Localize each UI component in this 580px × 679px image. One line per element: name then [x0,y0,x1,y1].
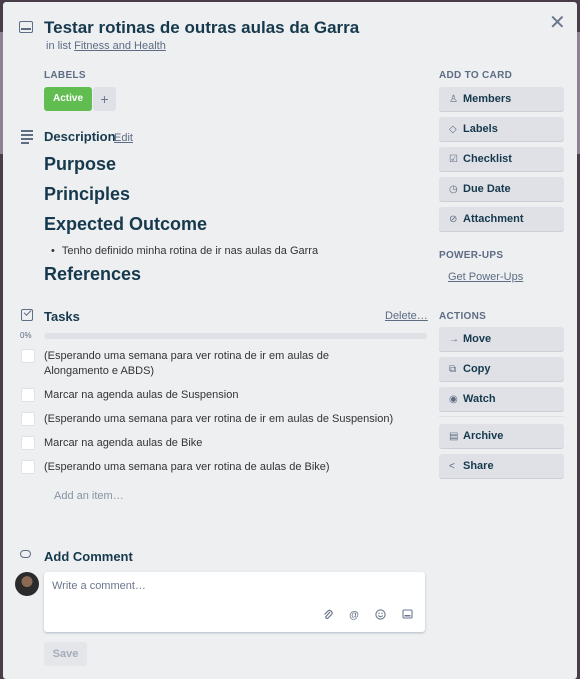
task-item[interactable]: (Esperando uma semana para ver rotina de… [44,412,396,427]
heading-expected-outcome: Expected Outcome [44,214,208,234]
description-bullet: Tenho definido minha rotina de ir nas au… [51,245,318,257]
card-list-info: in list Fitness and Health [46,40,166,52]
description-icon [21,130,33,146]
checklist-icon: ☑ [449,154,458,165]
get-power-ups-link[interactable]: Get Power-Ups [448,271,523,283]
move-button[interactable]: → Move [439,327,564,351]
paperclip-icon: ⊘ [449,214,458,225]
power-ups-heading: POWER-UPS [439,250,504,261]
attachment-label: Attachment [463,213,524,225]
copy-label: Copy [463,363,491,375]
copy-button[interactable]: ⧉ Copy [439,357,564,381]
member-icon: ♙ [449,94,458,105]
add-comment-heading: Add Comment [44,549,133,564]
task-checkbox[interactable] [21,460,35,474]
description-heading: Description [44,129,116,144]
card-detail-modal: Testar rotinas de outras aulas da Garra … [3,2,577,679]
due-date-label: Due Date [463,183,511,195]
labels-button[interactable]: ◇ Labels [439,117,564,141]
comment-box[interactable]: @ [44,572,425,632]
members-button[interactable]: ♙ Members [439,87,564,111]
paperclip-icon[interactable] [321,609,335,623]
add-to-card-heading: ADD TO CARD [439,70,513,81]
list-link[interactable]: Fitness and Health [74,40,166,52]
share-button[interactable]: < Share [439,454,564,478]
due-date-button[interactable]: ◷ Due Date [439,177,564,201]
task-item[interactable]: Marcar na agenda aulas de Bike [44,436,396,451]
in-list-prefix: in list [46,40,72,52]
archive-icon: ▤ [449,431,459,442]
comment-icon [20,550,31,558]
task-checkbox[interactable] [21,436,35,450]
label-icon: ◇ [449,124,457,135]
copy-icon: ⧉ [449,364,457,375]
labels-heading: LABELS [44,70,86,81]
members-label: Members [463,93,512,105]
close-icon[interactable]: ✕ [549,10,566,35]
description-edit-link[interactable]: Edit [114,132,133,144]
label-active[interactable]: Active [44,87,93,111]
checklist-button[interactable]: ☑ Checklist [439,147,564,171]
add-label-button[interactable]: + [93,87,116,111]
archive-button[interactable]: ▤ Archive [439,424,564,448]
checklist-label: Checklist [463,153,512,165]
clock-icon: ◷ [449,184,458,195]
watch-label: Watch [463,393,496,405]
emoji-icon[interactable] [373,609,387,623]
task-item[interactable]: (Esperando uma semana para ver rotina de… [44,349,396,379]
comment-input[interactable] [52,580,412,592]
archive-label: Archive [463,430,504,442]
heading-principles: Principles [44,184,131,204]
avatar[interactable] [15,572,39,596]
tasks-progress-bar [44,333,427,339]
actions-heading: ACTIONS [439,311,487,322]
card-icon [19,21,33,33]
task-item[interactable]: (Esperando uma semana para ver rotina de… [44,460,396,475]
task-checkbox[interactable] [21,388,35,402]
heading-purpose: Purpose [44,154,117,174]
eye-icon: ◉ [449,394,458,405]
share-icon: < [449,461,455,472]
card-title[interactable]: Testar rotinas de outras aulas da Garra [44,18,359,38]
task-checkbox[interactable] [21,412,35,426]
attachment-button[interactable]: ⊘ Attachment [439,207,564,231]
arrow-right-icon: → [449,334,459,345]
watch-button[interactable]: ◉ Watch [439,387,564,411]
card-link-icon[interactable] [400,609,414,623]
tasks-progress-percent: 0% [20,331,32,340]
tasks-delete-link[interactable]: Delete… [385,310,428,322]
tasks-heading: Tasks [44,309,80,324]
task-checkbox[interactable] [21,349,35,363]
heading-references: References [44,264,142,284]
save-comment-button[interactable]: Save [44,642,87,666]
move-label: Move [463,333,492,345]
checklist-icon [21,309,33,321]
sidebar-divider [439,416,564,417]
share-label: Share [463,460,494,472]
add-item-button[interactable]: Add an item… [54,490,124,502]
task-item[interactable]: Marcar na agenda aulas de Suspension [44,388,396,403]
labels-label: Labels [463,123,498,135]
at-mention-icon[interactable]: @ [347,609,361,623]
